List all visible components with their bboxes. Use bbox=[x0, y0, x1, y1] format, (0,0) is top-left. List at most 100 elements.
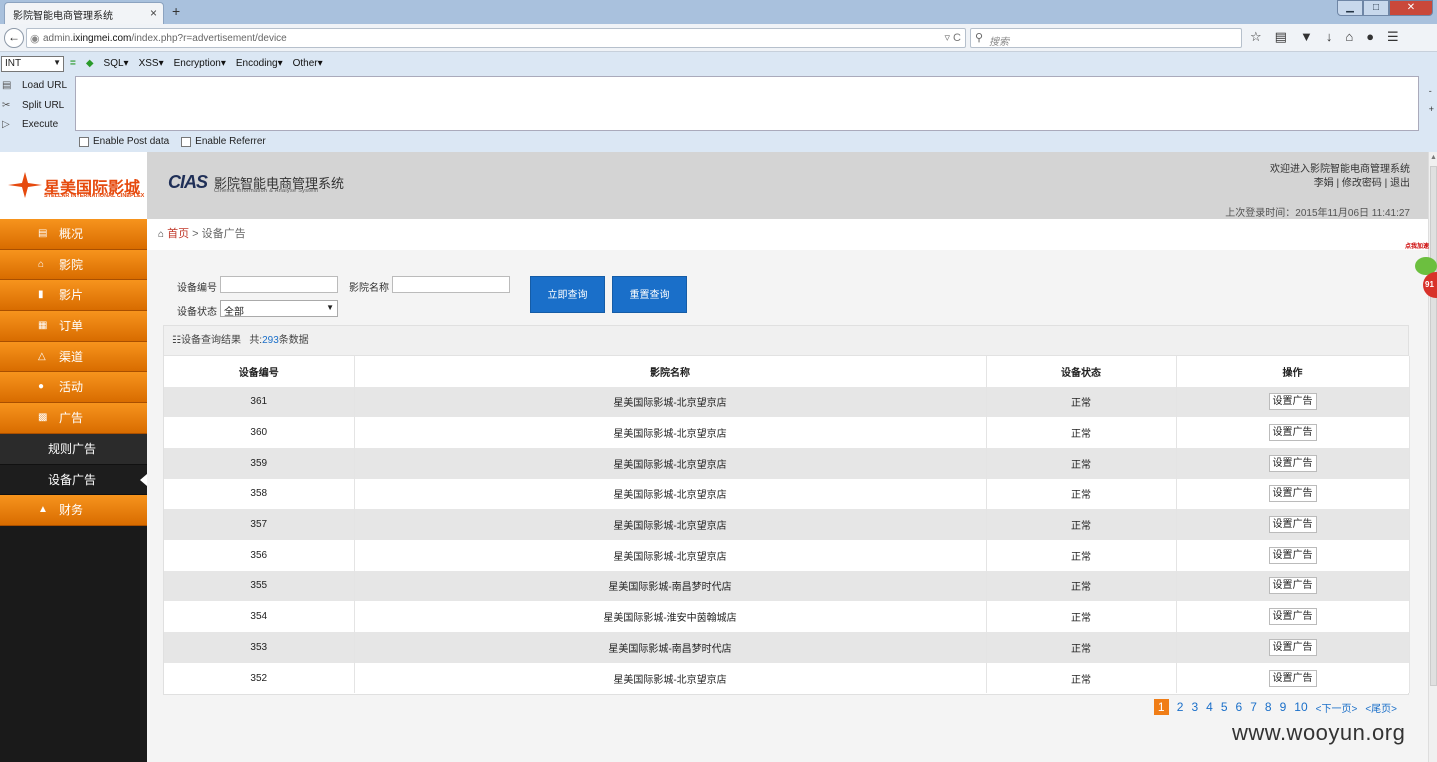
hackbar-resize-icons[interactable]: - + bbox=[1429, 82, 1434, 118]
set-ad-button[interactable]: 设置广告 bbox=[1268, 485, 1317, 503]
result-count-prefix: 共: bbox=[249, 335, 263, 346]
load-url-button[interactable]: ▤ Load URL bbox=[0, 78, 72, 98]
browser-tab[interactable]: 影院智能电商管理系统 × bbox=[4, 2, 164, 24]
scroll-up-icon[interactable]: ▲ bbox=[1430, 154, 1437, 161]
page-link[interactable]: 10 bbox=[1294, 700, 1307, 714]
window-close-button[interactable]: ✕ bbox=[1389, 0, 1433, 16]
page-link[interactable]: 7 bbox=[1250, 700, 1257, 714]
pocket-icon[interactable]: ▼ bbox=[1300, 29, 1313, 45]
page-link[interactable]: 3 bbox=[1191, 700, 1198, 714]
table-row: 354 星美国际影城-淮安中茵翰城店 正常 设置广告 bbox=[164, 601, 1410, 632]
hackbar-menu-encryption[interactable]: Encryption▾ bbox=[174, 58, 226, 69]
sidebar-item-finance[interactable]: ▲ 财务 bbox=[0, 495, 147, 526]
sidebar-item-film[interactable]: ▮ 影片 bbox=[0, 280, 147, 312]
device-no-cell: 359 bbox=[164, 447, 355, 479]
hackbar-menu-sql[interactable]: SQL▾ bbox=[104, 58, 129, 69]
set-ad-button[interactable]: 设置广告 bbox=[1268, 424, 1317, 442]
execute-label: Execute bbox=[22, 119, 59, 130]
home-icon[interactable]: ⌂ bbox=[1345, 29, 1353, 45]
browser-navbar: ← ◉ admin.ixingmei.com/index.php?r=adver… bbox=[0, 24, 1437, 52]
action-cell: 设置广告 bbox=[1176, 386, 1410, 418]
device-table: 设备编号 影院名称 设备状态 操作 361 星美国际影城-北京望京店 正常 设置广告 3… bbox=[164, 356, 1410, 694]
set-ad-button[interactable]: 设置广告 bbox=[1268, 516, 1317, 534]
reset-button[interactable]: 重置查询 bbox=[612, 276, 687, 313]
page-link[interactable]: 6 bbox=[1236, 700, 1243, 714]
star-icon[interactable]: ☆ bbox=[1250, 29, 1262, 45]
order-icon: ▦ bbox=[38, 320, 48, 332]
window-maximize-button[interactable]: □ bbox=[1363, 0, 1389, 16]
page-link[interactable]: 4 bbox=[1206, 700, 1213, 714]
plus-icon[interactable]: ◆ bbox=[86, 58, 94, 69]
sidebar-item-activity[interactable]: ● 活动 bbox=[0, 372, 147, 404]
execute-button[interactable]: ▷ Execute bbox=[0, 117, 72, 137]
breadcrumb-home-link[interactable]: 首页 bbox=[167, 228, 189, 240]
cinema-name-cell: 星美国际影城-北京望京店 bbox=[354, 509, 987, 540]
hackbar-menu-other[interactable]: Other▾ bbox=[293, 58, 323, 69]
set-ad-button[interactable]: 设置广告 bbox=[1268, 608, 1317, 626]
chat-icon[interactable]: ● bbox=[1366, 29, 1374, 45]
cinema-name-cell: 星美国际影城-北京望京店 bbox=[354, 478, 987, 510]
speed-up-widget[interactable]: 点我加速 91 bbox=[1403, 240, 1437, 312]
menu-icon[interactable]: ☰ bbox=[1387, 29, 1399, 45]
sidebar-item-overview[interactable]: ▤ 概况 bbox=[0, 219, 147, 250]
minus-icon[interactable]: = bbox=[70, 58, 76, 69]
last-page-link[interactable]: <尾页> bbox=[1365, 700, 1397, 715]
cinema-name-input[interactable] bbox=[392, 276, 510, 293]
page-link[interactable]: 9 bbox=[1280, 700, 1287, 714]
back-arrow-icon[interactable]: ← bbox=[4, 28, 24, 48]
sidebar-item-label: 渠道 bbox=[59, 349, 84, 364]
device-status-select[interactable]: 全部 ▼ bbox=[220, 300, 338, 318]
sidebar-item-cinema[interactable]: ⌂ 影院 bbox=[0, 249, 147, 281]
sidebar-subitem-rule-ad[interactable]: 规则广告 bbox=[0, 433, 147, 465]
set-ad-button[interactable]: 设置广告 bbox=[1268, 454, 1317, 472]
set-ad-button[interactable]: 设置广告 bbox=[1268, 638, 1317, 656]
hackbar-type-select[interactable]: INT ▼ bbox=[1, 56, 64, 72]
split-url-button[interactable]: ✂ Split URL bbox=[0, 98, 72, 118]
url-bar[interactable]: ◉ admin.ixingmei.com/index.php?r=adverti… bbox=[26, 28, 966, 48]
hackbar-menu-encoding[interactable]: Encoding▾ bbox=[236, 58, 283, 69]
set-ad-button[interactable]: 设置广告 bbox=[1268, 546, 1317, 564]
sidebar-item-ad[interactable]: ▩ 广告 bbox=[0, 403, 147, 434]
watermark: www.wooyun.org bbox=[1232, 720, 1406, 745]
sidebar-item-label: 概况 bbox=[59, 227, 84, 241]
enable-post-checkbox[interactable]: Enable Post data bbox=[79, 136, 169, 147]
sidebar-item-order[interactable]: ▦ 订单 bbox=[0, 311, 147, 342]
tab-close-icon[interactable]: × bbox=[150, 6, 157, 20]
sidebar-subitem-device-ad[interactable]: 设备广告 bbox=[0, 464, 147, 496]
new-tab-button[interactable]: + bbox=[172, 3, 180, 19]
download-icon[interactable]: ↓ bbox=[1326, 29, 1333, 45]
window-controls: ▁ □ ✕ bbox=[1337, 0, 1433, 16]
page-current[interactable]: 1 bbox=[1153, 699, 1169, 715]
star-logo-icon bbox=[8, 172, 42, 198]
hackbar-menu-xss[interactable]: XSS▾ bbox=[139, 58, 164, 69]
activity-icon: ● bbox=[38, 381, 45, 393]
set-ad-button[interactable]: 设置广告 bbox=[1268, 393, 1317, 411]
bookmarks-icon[interactable]: ▤ bbox=[1275, 29, 1287, 45]
welcome-text: 欢迎进入影院智能电商管理系统 bbox=[1270, 164, 1410, 175]
device-no-cell: 357 bbox=[164, 509, 355, 540]
next-page-link[interactable]: <下一页> bbox=[1316, 700, 1358, 715]
set-ad-button[interactable]: 设置广告 bbox=[1268, 669, 1317, 687]
hackbar-url-textarea[interactable] bbox=[75, 76, 1419, 131]
reload-icon[interactable]: ▿ C bbox=[944, 31, 961, 44]
checkbox[interactable] bbox=[181, 136, 192, 147]
window-minimize-button[interactable]: ▁ bbox=[1337, 0, 1363, 16]
enable-referrer-checkbox[interactable]: Enable Referrer bbox=[181, 136, 266, 147]
user-links[interactable]: 李娟 | 修改密码 | 退出 bbox=[1270, 177, 1410, 191]
action-cell: 设置广告 bbox=[1176, 632, 1410, 663]
browser-search-input[interactable]: ⚲ 搜索 bbox=[970, 28, 1242, 48]
page-link[interactable]: 5 bbox=[1221, 700, 1228, 714]
speed-value-badge: 91 bbox=[1423, 272, 1437, 298]
table-row: 353 星美国际影城-南昌梦时代店 正常 设置广告 bbox=[164, 632, 1410, 663]
chart-icon: ▤ bbox=[38, 228, 48, 239]
page-link[interactable]: 8 bbox=[1265, 700, 1272, 714]
set-ad-button[interactable]: 设置广告 bbox=[1268, 577, 1317, 595]
query-button[interactable]: 立即查询 bbox=[530, 276, 605, 313]
url-text: admin.ixingmei.com/index.php?r=advertise… bbox=[43, 33, 287, 44]
sidebar-item-channel[interactable]: △ 渠道 bbox=[0, 341, 147, 373]
page-link[interactable]: 2 bbox=[1177, 700, 1184, 714]
device-no-cell: 355 bbox=[164, 570, 355, 602]
enable-referrer-label: Enable Referrer bbox=[195, 136, 266, 147]
device-no-input[interactable] bbox=[220, 276, 338, 293]
checkbox[interactable] bbox=[79, 136, 89, 147]
